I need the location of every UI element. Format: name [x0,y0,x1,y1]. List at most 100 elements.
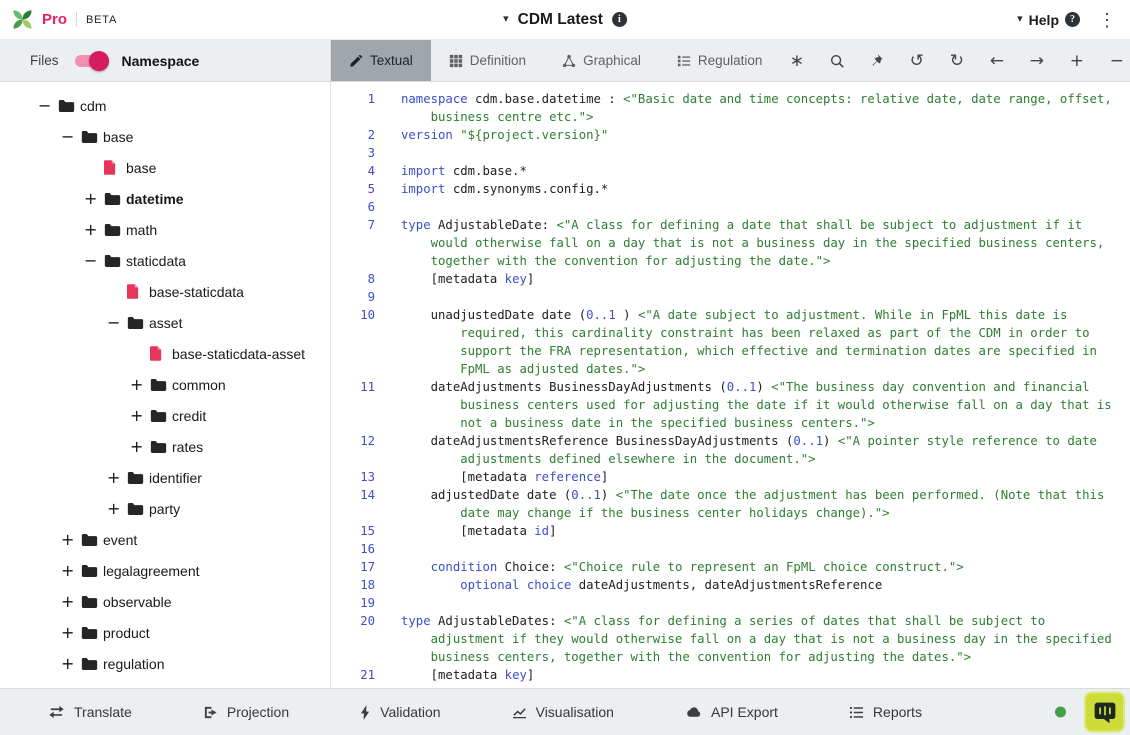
footer-label: Validation [380,704,440,720]
tree-item-cdm[interactable]: − cdm [0,90,330,121]
code-line: 12 dateAdjustmentsReference BusinessDayA… [331,432,1130,468]
zoom-in-button[interactable]: + [1060,44,1093,77]
expand-icon[interactable]: + [130,375,150,394]
folder-icon [150,378,172,392]
tree-item-clipped[interactable]: + [0,679,330,688]
search-button[interactable] [820,44,853,77]
tab-regulation[interactable]: Regulation [659,40,781,81]
expand-icon[interactable]: + [84,189,104,208]
tree-item-regulation[interactable]: +regulation [0,648,330,679]
line-number: 14 [331,486,375,522]
footer-label: Translate [74,704,132,720]
expand-icon[interactable]: + [130,406,150,425]
tab-graphical[interactable]: Graphical [544,40,659,81]
tree-item-base-staticdata[interactable]: base-staticdata [0,276,330,307]
code-text: [metadata reference] [401,468,1119,486]
tree-item-party[interactable]: +party [0,493,330,524]
chevron-down-icon: ▾ [503,14,509,25]
tree-item-base-staticdata-asset[interactable]: base-staticdata-asset [0,338,330,369]
workspace-selector[interactable]: ▾ CDM Latest i [503,0,627,39]
tree-item-event[interactable]: +event [0,524,330,555]
line-number: 21 [331,666,375,684]
expand-icon[interactable]: + [84,220,104,239]
code-line: 18 optional choice dateAdjustments, date… [331,576,1130,594]
file-icon [127,284,149,299]
folder-icon [81,533,103,547]
code-editor[interactable]: 1namespace cdm.base.datetime : <"Basic d… [331,82,1130,688]
tab-textual[interactable]: Textual [331,40,431,81]
code-text [401,540,1119,558]
folder-icon [81,130,103,144]
tree-item-credit[interactable]: +credit [0,400,330,431]
expand-icon[interactable]: + [61,654,81,673]
back-button[interactable]: ← [980,44,1013,77]
tree-item-product[interactable]: + product [0,617,330,648]
status-dot [1055,707,1066,718]
tree-item-rates[interactable]: +rates [0,431,330,462]
expand-icon[interactable]: + [130,437,150,456]
forward-button[interactable]: → [1020,44,1053,77]
tree-item-common[interactable]: +common [0,369,330,400]
tree-item-staticdata[interactable]: − staticdata [0,245,330,276]
footer-label: Visualisation [536,704,614,720]
collapse-icon[interactable]: − [84,251,104,270]
expand-icon[interactable]: + [61,592,81,611]
tree-item-label: product [103,625,150,641]
tab-definition[interactable]: Definition [431,40,544,81]
expand-icon[interactable]: + [61,530,81,549]
question-icon: ? [1065,12,1080,27]
tree-item-asset[interactable]: − asset [0,307,330,338]
code-text: [metadata key] [401,666,1119,684]
tree-item-identifier[interactable]: +identifier [0,462,330,493]
redo-button[interactable]: ↻ [940,44,973,77]
file-icon [150,346,172,361]
tree-item-label: cdm [80,98,106,114]
tree-item-math[interactable]: + math [0,214,330,245]
code-line: 16 [331,540,1130,558]
projection-button[interactable]: Projection [203,704,289,720]
asterisk-button[interactable]: ∗ [780,44,813,77]
tree-item-label: observable [103,594,172,610]
validation-button[interactable]: Validation [360,704,440,720]
tree-item-legalagreement[interactable]: +legalagreement [0,555,330,586]
grid-icon [449,54,463,68]
chat-widget-button[interactable] [1084,692,1125,733]
code-text: condition Choice: <"Choice rule to repre… [401,558,1119,576]
expand-icon[interactable]: + [61,561,81,580]
help-menu[interactable]: ▾ Help ? [1017,12,1080,28]
line-number: 16 [331,540,375,558]
collapse-icon[interactable]: − [107,313,127,332]
code-line: 10 unadjustedDate date (0..1 ) <"A date … [331,306,1130,378]
bottombar: Translate Projection Validation Visualis… [0,688,1130,735]
chart-line-icon [512,705,527,720]
collapse-icon[interactable]: − [38,96,58,115]
line-number: 6 [331,198,375,216]
code-line: 11 dateAdjustments BusinessDayAdjustment… [331,378,1130,432]
checklist-icon [677,54,691,68]
pin-button[interactable] [860,44,893,77]
undo-button[interactable]: ↺ [900,44,933,77]
tree-item-datetime[interactable]: +datetime [0,183,330,214]
expand-icon[interactable]: + [61,623,81,642]
api-export-button[interactable]: API Export [685,704,778,720]
tree-item-label: asset [149,315,182,331]
tree-item-label: base [103,129,133,145]
tree-item-label: staticdata [126,253,186,269]
collapse-icon[interactable]: − [61,127,81,146]
code-text: dateAdjustmentsReference BusinessDayAdju… [401,432,1119,468]
expand-icon[interactable]: + [107,499,127,518]
footer-label: API Export [711,704,778,720]
reports-button[interactable]: Reports [849,704,922,720]
tree-item-observable[interactable]: + observable [0,586,330,617]
tree-item-label: math [126,222,157,238]
expand-icon[interactable]: + [107,468,127,487]
tree-item-base[interactable]: base [0,152,330,183]
visualisation-button[interactable]: Visualisation [512,704,614,720]
tree-item-base[interactable]: − base [0,121,330,152]
kebab-menu-icon[interactable]: ⋮ [1094,11,1120,29]
info-icon[interactable]: i [612,12,627,27]
files-namespace-toggle[interactable] [75,55,106,67]
zoom-out-button[interactable]: − [1100,44,1130,77]
code-text: type AdjustableDate: <"A class for defin… [401,216,1119,270]
translate-button[interactable]: Translate [48,704,132,720]
